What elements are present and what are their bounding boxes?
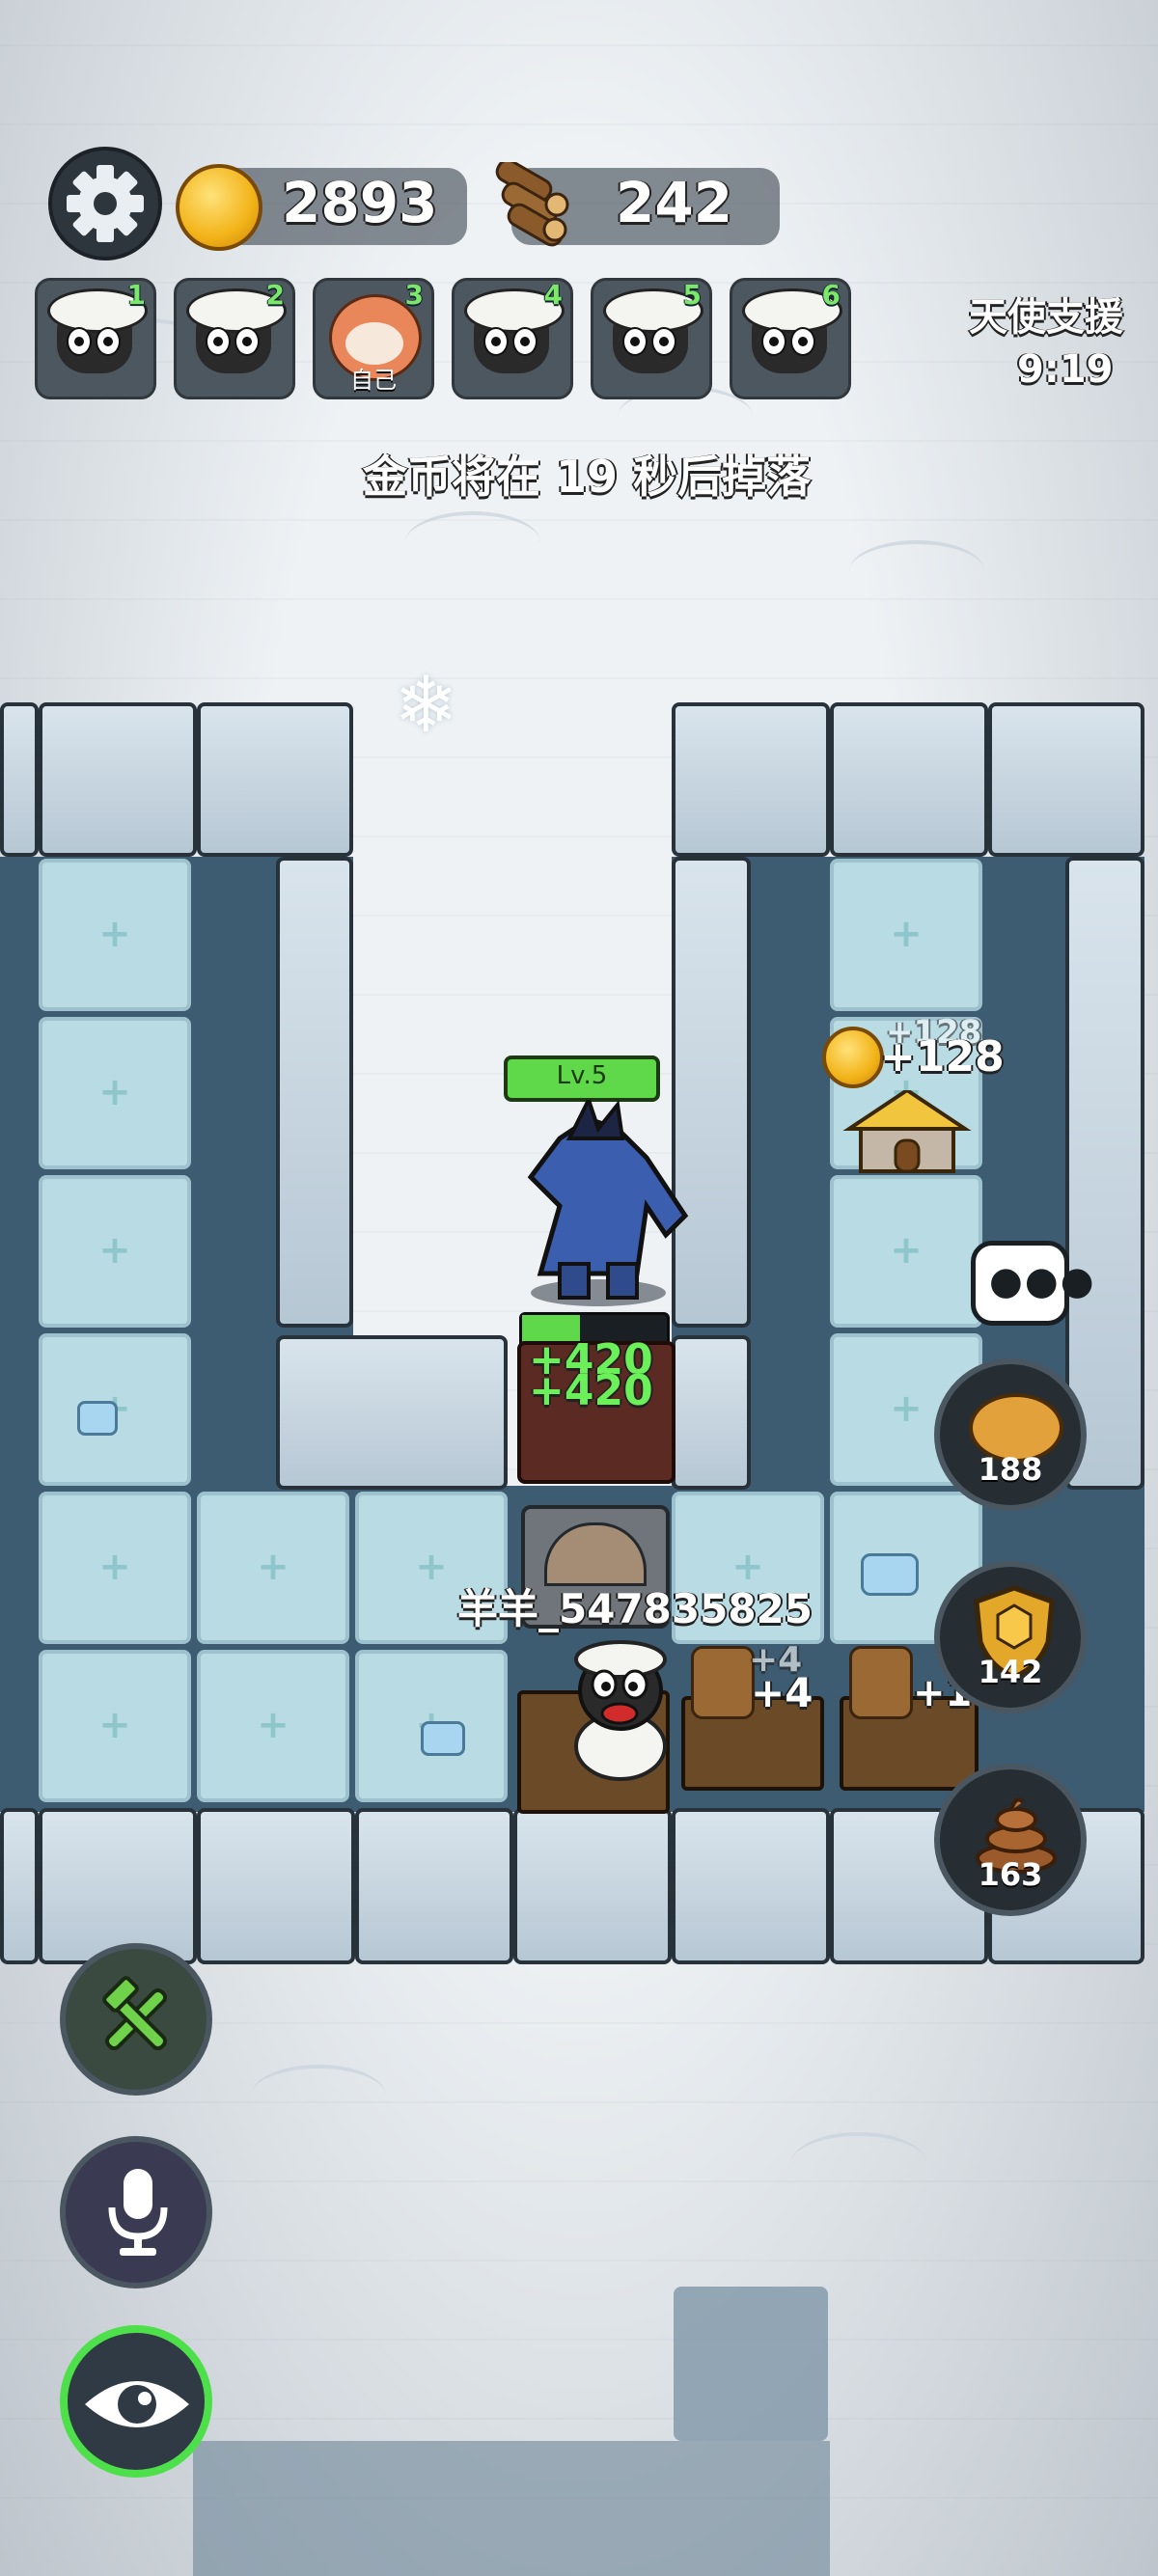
poop-button[interactable]: 163 <box>934 1764 1087 1916</box>
self-tag: 自己 <box>350 367 397 394</box>
sheep-avatar <box>742 288 842 373</box>
snow-drift <box>791 2132 926 2194</box>
snow-drift <box>405 511 540 573</box>
fog-area <box>193 2441 830 2576</box>
monster-level-bar: Lv.5 <box>504 1055 660 1102</box>
slot-number: 4 <box>543 279 563 311</box>
snowflake-icon: ❄ <box>394 660 459 750</box>
player-slot-5[interactable]: 5 <box>591 278 712 399</box>
wall-block <box>0 1808 39 1964</box>
gold-house[interactable] <box>840 1087 975 1175</box>
spectate-eye-button[interactable] <box>60 2325 212 2478</box>
player-sheep[interactable] <box>567 1640 674 1785</box>
voice-mic-button[interactable] <box>60 2136 212 2288</box>
empty-build-slot[interactable] <box>830 859 982 1011</box>
wall-block <box>672 702 830 857</box>
sheep-avatar <box>47 288 148 373</box>
wall-block <box>672 1808 830 1964</box>
empty-build-slot[interactable] <box>830 1175 982 1328</box>
sheep-avatar <box>464 288 565 373</box>
empty-build-slot[interactable] <box>39 1017 191 1169</box>
slot-number: 5 <box>682 279 702 311</box>
shield-count: 142 <box>978 1654 1043 1690</box>
chat-button[interactable]: ●●● <box>971 1241 1094 1326</box>
slot-number: 1 <box>126 279 146 311</box>
player-slot-1[interactable]: 1 <box>35 278 156 399</box>
ice-crystal <box>77 1401 118 1436</box>
wall-block <box>39 702 197 857</box>
angel-support-label[interactable]: 天使支援 <box>969 286 1123 342</box>
player-slot-6[interactable]: 6 <box>730 278 851 399</box>
wall-block <box>197 1808 355 1964</box>
snow-drift <box>251 2065 386 2126</box>
sheep-avatar <box>603 288 703 373</box>
chat-icon: ●●● <box>989 1259 1096 1303</box>
player-slot-2[interactable]: 2 <box>174 278 295 399</box>
damage-text: +420 <box>529 1366 653 1415</box>
wall-block <box>39 1808 197 1964</box>
gear-icon <box>67 165 144 242</box>
coin-icon <box>822 1027 884 1088</box>
empty-build-slot[interactable] <box>197 1492 349 1644</box>
log-pile <box>691 1646 755 1719</box>
income-text: +128 <box>880 1032 1005 1082</box>
empty-build-slot[interactable] <box>197 1650 349 1802</box>
wall-column <box>276 857 353 1328</box>
coin-amount: 2893 <box>282 170 438 235</box>
player-slot-3-self[interactable]: 3 自己 <box>313 278 434 399</box>
coin-icon <box>176 164 262 251</box>
snow-drift <box>849 540 984 602</box>
angel-support-timer: 9:19 <box>1017 347 1114 392</box>
empty-build-slot[interactable] <box>39 1175 191 1328</box>
piggy-bank-button[interactable]: 188 <box>934 1358 1087 1511</box>
wood-log-icon <box>487 158 574 249</box>
ice-crystal <box>421 1721 465 1756</box>
slot-number: 2 <box>265 279 285 311</box>
player-name-label: 羊羊_547835825 <box>457 1585 813 1632</box>
shield-button[interactable]: 142 <box>934 1561 1087 1713</box>
wall-block <box>355 1808 513 1964</box>
wall-column <box>1065 857 1144 1490</box>
monster-level: Lv.5 <box>556 1061 608 1090</box>
slot-number: 3 <box>404 279 424 311</box>
log-pile <box>849 1646 913 1719</box>
werewolf-monster[interactable] <box>502 1094 704 1312</box>
empty-build-slot[interactable] <box>39 1650 191 1802</box>
wall-block <box>513 1808 672 1964</box>
empty-build-slot[interactable] <box>39 859 191 1011</box>
piggy-bank-count: 188 <box>978 1451 1043 1488</box>
wood-income: +4 <box>751 1669 813 1716</box>
build-tools-button[interactable] <box>60 1943 212 2096</box>
settings-button[interactable] <box>48 147 162 260</box>
eye-icon <box>85 2381 189 2427</box>
wall-block <box>276 1335 508 1490</box>
sheep-avatar <box>186 288 287 373</box>
coin-drop-notice: 金币将在 19 秒后掉落 <box>363 451 812 503</box>
wall-block <box>830 702 988 857</box>
slot-number: 6 <box>821 279 841 311</box>
wall-block <box>672 1335 751 1490</box>
poop-count: 163 <box>978 1856 1043 1893</box>
wall-block <box>0 702 39 857</box>
empty-build-slot[interactable] <box>39 1492 191 1644</box>
ice-crystal <box>861 1553 919 1596</box>
wall-block <box>988 702 1144 857</box>
fog-tile <box>674 2287 828 2441</box>
hammer-wrench-icon <box>102 1976 168 2051</box>
wall-block <box>197 702 353 857</box>
wood-amount: 242 <box>616 170 733 235</box>
player-slot-4[interactable]: 4 <box>452 278 573 399</box>
microphone-icon <box>108 2169 168 2256</box>
